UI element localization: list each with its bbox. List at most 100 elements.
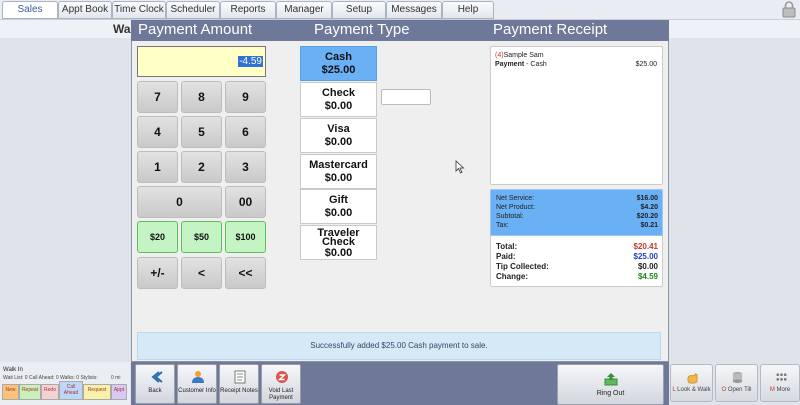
- payment-type-amount: $0.00: [324, 100, 353, 112]
- walk-appt-button[interactable]: Appt: [111, 384, 127, 400]
- change-value: $4.59: [637, 272, 658, 281]
- receipt-customer-name: Sample Sam: [503, 52, 544, 59]
- receipt-payment-amount: $25.00: [635, 61, 657, 68]
- receipt-payment-label: Payment: [495, 61, 525, 68]
- walk-request-button[interactable]: Request: [83, 384, 111, 400]
- top-nav: Sales Appt Book Time Clock Scheduler Rep…: [0, 0, 800, 20]
- receipt-payment-line: Payment - Cash: [495, 61, 547, 68]
- payment-type-name: Visa: [327, 123, 350, 135]
- tax-value: $0.21: [640, 222, 658, 229]
- keypad-clear[interactable]: <<: [225, 257, 266, 289]
- paid-label: Paid:: [496, 252, 516, 261]
- tip-value: $0.00: [637, 262, 658, 271]
- customer-info-button[interactable]: Customer Info: [177, 364, 217, 404]
- customer-info-label: Customer Info: [178, 388, 216, 394]
- payment-type-title: Payment Type: [314, 21, 410, 38]
- payment-type-traveler-check[interactable]: Traveler Check $0.00: [300, 225, 377, 260]
- total-label: Total:: [496, 242, 518, 251]
- paid-value: $25.00: [633, 252, 658, 261]
- tab-help[interactable]: Help: [442, 1, 494, 19]
- keypad-plus-minus[interactable]: +/-: [137, 257, 178, 289]
- net-service-value: $16.00: [636, 195, 658, 202]
- payment-amount-title: Payment Amount: [138, 21, 253, 38]
- keypad-0[interactable]: 0: [137, 186, 222, 218]
- payment-type-amount: $0.00: [324, 247, 353, 259]
- change-label: Change:: [496, 272, 528, 281]
- payment-reference-input[interactable]: [381, 89, 431, 105]
- quick-cash-20-button[interactable]: $20: [137, 221, 178, 253]
- tab-sales[interactable]: Sales: [2, 1, 58, 19]
- look-and-walk-prefix: L: [672, 387, 676, 393]
- walk-call-ahead-button[interactable]: Call Ahead: [59, 381, 83, 400]
- change-row: Change: $4.59: [496, 272, 658, 281]
- mouse-cursor-icon: [455, 160, 465, 174]
- keypad-3[interactable]: 3: [225, 151, 266, 183]
- more-button[interactable]: M More: [760, 364, 800, 402]
- tab-setup[interactable]: Setup: [332, 1, 386, 19]
- back-label: Back: [148, 388, 162, 394]
- quick-cash-50-button[interactable]: $50: [181, 221, 222, 253]
- total-row: Total: $20.41: [496, 242, 658, 251]
- keypad-5[interactable]: 5: [181, 116, 222, 148]
- receipt-customer-count: (4): [495, 52, 504, 59]
- receipt-customer: (4)Sample Sam: [495, 52, 544, 59]
- keypad-00[interactable]: 00: [225, 186, 266, 218]
- receipt-payment-method: - Cash: [526, 61, 547, 68]
- walk-redo-button[interactable]: Redo: [41, 384, 59, 400]
- net-service-row: Net Service: $16.00: [496, 195, 658, 202]
- payment-type-name: Mastercard: [309, 159, 368, 171]
- amount-display[interactable]: -4.59: [137, 46, 266, 77]
- walk-repeat-button[interactable]: Repeat: [19, 384, 41, 400]
- tab-messages[interactable]: Messages: [386, 1, 442, 19]
- keypad-8[interactable]: 8: [181, 81, 222, 113]
- payment-type-name: Traveler Check: [317, 227, 360, 248]
- status-message: Successfully added $25.00 Cash payment t…: [137, 332, 661, 360]
- ring-out-label: Ring Out: [596, 390, 625, 397]
- subtotal-label: Subtotal:: [496, 213, 524, 220]
- customer-icon: [192, 371, 204, 383]
- keypad-6[interactable]: 6: [225, 116, 266, 148]
- keypad-1[interactable]: 1: [137, 151, 178, 183]
- open-till-button[interactable]: O Open Till: [715, 364, 758, 402]
- keypad-2[interactable]: 2: [181, 151, 222, 183]
- payment-type-amount: $25.00: [321, 64, 356, 76]
- keypad-7[interactable]: 7: [137, 81, 178, 113]
- open-till-label: Open Till: [727, 387, 752, 393]
- net-product-row: Net Product: $4.20: [496, 204, 658, 211]
- open-till-prefix: O: [721, 387, 727, 393]
- walk-new-button[interactable]: New: [2, 384, 19, 400]
- quick-cash-100-button[interactable]: $100: [225, 221, 266, 253]
- tab-manager[interactable]: Manager: [276, 1, 332, 19]
- receipt-notes-button[interactable]: Receipt Notes: [219, 364, 259, 404]
- keypad-backspace[interactable]: <: [181, 257, 222, 289]
- look-and-walk-button[interactable]: L Look & Walk: [670, 364, 713, 402]
- net-service-label: Net Service:: [496, 195, 535, 202]
- payment-type-check[interactable]: Check $0.00: [300, 82, 377, 117]
- keypad-9[interactable]: 9: [225, 81, 266, 113]
- tab-appt-book[interactable]: Appt Book: [58, 1, 112, 19]
- lock-icon[interactable]: [782, 1, 796, 18]
- keypad-4[interactable]: 4: [137, 116, 178, 148]
- payment-type-amount: $0.00: [324, 172, 353, 184]
- payment-type-gift[interactable]: Gift $0.00: [300, 189, 377, 224]
- tab-scheduler[interactable]: Scheduler: [166, 1, 220, 19]
- tax-row: Tax: $0.21: [496, 222, 658, 229]
- more-dots-icon: [776, 373, 787, 381]
- more-label: More: [776, 387, 791, 393]
- ring-out-button[interactable]: Ring Out: [557, 364, 664, 405]
- walk-in-stats: Wait List: 0 Call Ahead: 0 Walks: 0 Styl…: [3, 375, 98, 381]
- net-product-value: $4.20: [640, 204, 658, 211]
- payment-type-visa[interactable]: Visa $0.00: [300, 118, 377, 153]
- total-value: $20.41: [633, 242, 658, 251]
- payment-type-cash[interactable]: Cash $25.00: [300, 46, 377, 81]
- back-button[interactable]: Back: [135, 364, 175, 404]
- void-last-payment-button[interactable]: Void Last Payment: [261, 364, 301, 404]
- tab-reports[interactable]: Reports: [220, 1, 276, 19]
- payment-type-mastercard[interactable]: Mastercard $0.00: [300, 154, 377, 189]
- payment-type-amount: $0.00: [324, 136, 353, 148]
- payment-type-amount: $0.00: [324, 207, 353, 219]
- amount-display-value: -4.59: [238, 56, 263, 67]
- tab-time-clock[interactable]: Time Clock: [112, 1, 166, 19]
- subtotal-row: Subtotal: $20.20: [496, 213, 658, 220]
- paid-row: Paid: $25.00: [496, 252, 658, 261]
